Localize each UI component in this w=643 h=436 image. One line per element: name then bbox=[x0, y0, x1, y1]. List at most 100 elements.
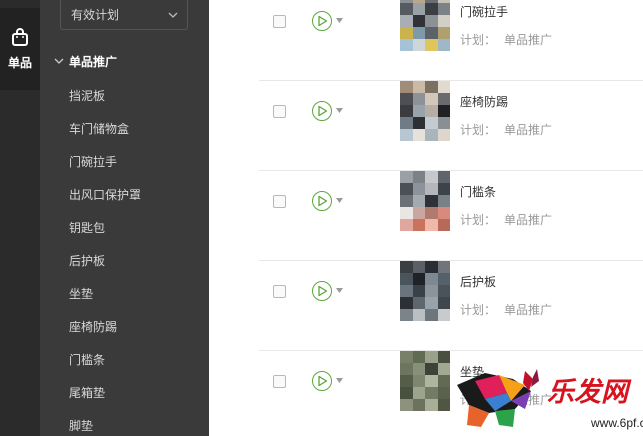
caret-down-icon[interactable] bbox=[336, 378, 343, 383]
thumbnail-pixel bbox=[400, 27, 413, 39]
thumbnail-pixel bbox=[412, 207, 425, 219]
thumbnail-pixel bbox=[412, 351, 425, 363]
chevron-down-icon bbox=[168, 12, 178, 18]
thumbnail-pixel bbox=[437, 3, 450, 15]
thumbnail-pixel bbox=[437, 117, 450, 129]
plan-prefix: 计划： bbox=[460, 123, 497, 137]
thumbnail-pixel bbox=[412, 81, 425, 93]
thumbnail-pixel bbox=[425, 399, 438, 411]
thumbnail-pixel bbox=[400, 81, 413, 93]
play-icon bbox=[318, 106, 327, 116]
thumbnail-pixel bbox=[425, 81, 438, 93]
bull-logo-icon bbox=[457, 369, 539, 427]
row-checkbox[interactable] bbox=[273, 15, 286, 28]
sidebar-item[interactable]: 尾箱垫 bbox=[40, 381, 209, 414]
thumbnail-pixel bbox=[400, 261, 413, 273]
thumbnail-pixel bbox=[425, 351, 438, 363]
watermark-url: www.6pf.cn bbox=[590, 416, 643, 430]
thumbnail-pixel bbox=[412, 195, 425, 207]
sidebar-item[interactable]: 后护板 bbox=[40, 249, 209, 282]
thumbnail-pixel bbox=[425, 27, 438, 39]
sidebar-item[interactable]: 出风口保护罩 bbox=[40, 183, 209, 216]
thumbnail-pixel bbox=[400, 207, 413, 219]
thumbnail-pixel bbox=[425, 309, 438, 321]
row-checkbox[interactable] bbox=[273, 285, 286, 298]
sidebar-nav: 挡泥板 车门储物盒 门碗拉手 出风口保护罩 钥匙包 后护板 坐垫 座椅防踢 门槛… bbox=[40, 84, 209, 436]
play-icon bbox=[318, 376, 327, 386]
sidebar-item[interactable]: 座椅防踢 bbox=[40, 315, 209, 348]
group-header-single-promotion[interactable]: 单品推广 bbox=[40, 50, 209, 72]
play-icon bbox=[318, 196, 327, 206]
product-thumbnail bbox=[400, 261, 450, 321]
thumbnail-pixel bbox=[400, 105, 413, 117]
product-title[interactable]: 门槛条 bbox=[460, 183, 496, 200]
caret-down-icon[interactable] bbox=[336, 108, 343, 113]
thumbnail-pixel bbox=[400, 183, 413, 195]
thumbnail-pixel bbox=[437, 81, 450, 93]
sidebar-item[interactable]: 坐垫 bbox=[40, 282, 209, 315]
thumbnail-pixel bbox=[412, 93, 425, 105]
sidebar-item[interactable]: 门碗拉手 bbox=[40, 150, 209, 183]
play-icon bbox=[318, 16, 327, 26]
thumbnail-pixel bbox=[400, 129, 413, 141]
plan-prefix: 计划： bbox=[460, 33, 497, 47]
thumbnail-pixel bbox=[437, 273, 450, 285]
thumbnail-pixel bbox=[437, 387, 450, 399]
product-thumbnail bbox=[400, 171, 450, 231]
thumbnail-pixel bbox=[400, 363, 413, 375]
caret-down-icon[interactable] bbox=[336, 198, 343, 203]
thumbnail-pixel bbox=[412, 105, 425, 117]
plan-name: 单品推广 bbox=[504, 303, 553, 317]
plan-info: 计划： 单品推广 bbox=[460, 31, 552, 48]
thumbnail-pixel bbox=[400, 93, 413, 105]
play-status-button[interactable] bbox=[312, 101, 332, 121]
thumbnail-pixel bbox=[437, 351, 450, 363]
sidebar-item[interactable]: 脚垫 bbox=[40, 414, 209, 436]
thumbnail-pixel bbox=[425, 117, 438, 129]
watermark-logo: 乐发网 www.6pf.cn bbox=[457, 369, 643, 430]
icon-rail: 单品 bbox=[0, 0, 40, 436]
thumbnail-pixel bbox=[437, 207, 450, 219]
thumbnail-pixel bbox=[437, 27, 450, 39]
play-status-button[interactable] bbox=[312, 191, 332, 211]
product-title[interactable]: 后护板 bbox=[460, 273, 496, 290]
product-title[interactable]: 门碗拉手 bbox=[460, 3, 508, 20]
thumbnail-pixel bbox=[425, 363, 438, 375]
thumbnail-pixel bbox=[425, 219, 438, 231]
thumbnail-pixel bbox=[412, 261, 425, 273]
thumbnail-pixel bbox=[437, 375, 450, 387]
sidebar-item[interactable]: 钥匙包 bbox=[40, 216, 209, 249]
thumbnail-pixel bbox=[437, 39, 450, 51]
thumbnail-pixel bbox=[425, 261, 438, 273]
plan-filter-value: 有效计划 bbox=[71, 8, 120, 22]
thumbnail-pixel bbox=[412, 399, 425, 411]
rail-item-single-product[interactable]: 单品 bbox=[0, 8, 40, 90]
thumbnail-pixel bbox=[412, 183, 425, 195]
sidebar-item[interactable]: 挡泥板 bbox=[40, 84, 209, 117]
caret-down-icon[interactable] bbox=[336, 18, 343, 23]
row-checkbox[interactable] bbox=[273, 105, 286, 118]
row-checkbox[interactable] bbox=[273, 375, 286, 388]
caret-down-icon[interactable] bbox=[336, 288, 343, 293]
plan-info: 计划： 单品推广 bbox=[460, 211, 552, 228]
product-title[interactable]: 座椅防踢 bbox=[460, 93, 508, 110]
play-status-button[interactable] bbox=[312, 11, 332, 31]
thumbnail-pixel bbox=[437, 93, 450, 105]
rail-item-label: 单品 bbox=[7, 56, 32, 70]
play-status-button[interactable] bbox=[312, 371, 332, 391]
row-checkbox[interactable] bbox=[273, 195, 286, 208]
sidebar-item[interactable]: 车门储物盒 bbox=[40, 117, 209, 150]
play-status-button[interactable] bbox=[312, 281, 332, 301]
plan-name: 单品推广 bbox=[504, 33, 553, 47]
thumbnail-pixel bbox=[437, 309, 450, 321]
plan-prefix: 计划： bbox=[460, 213, 497, 227]
plan-filter-select[interactable]: 有效计划 bbox=[60, 0, 188, 30]
thumbnail-pixel bbox=[437, 15, 450, 27]
group-header-label: 单品推广 bbox=[69, 54, 118, 69]
thumbnail-pixel bbox=[437, 171, 450, 183]
table-row: 门碗拉手 计划： 单品推广 bbox=[259, 0, 643, 81]
thumbnail-pixel bbox=[412, 285, 425, 297]
table-row: 座椅防踢 计划： 单品推广 bbox=[259, 81, 643, 171]
thumbnail-pixel bbox=[412, 219, 425, 231]
sidebar-item[interactable]: 门槛条 bbox=[40, 348, 209, 381]
